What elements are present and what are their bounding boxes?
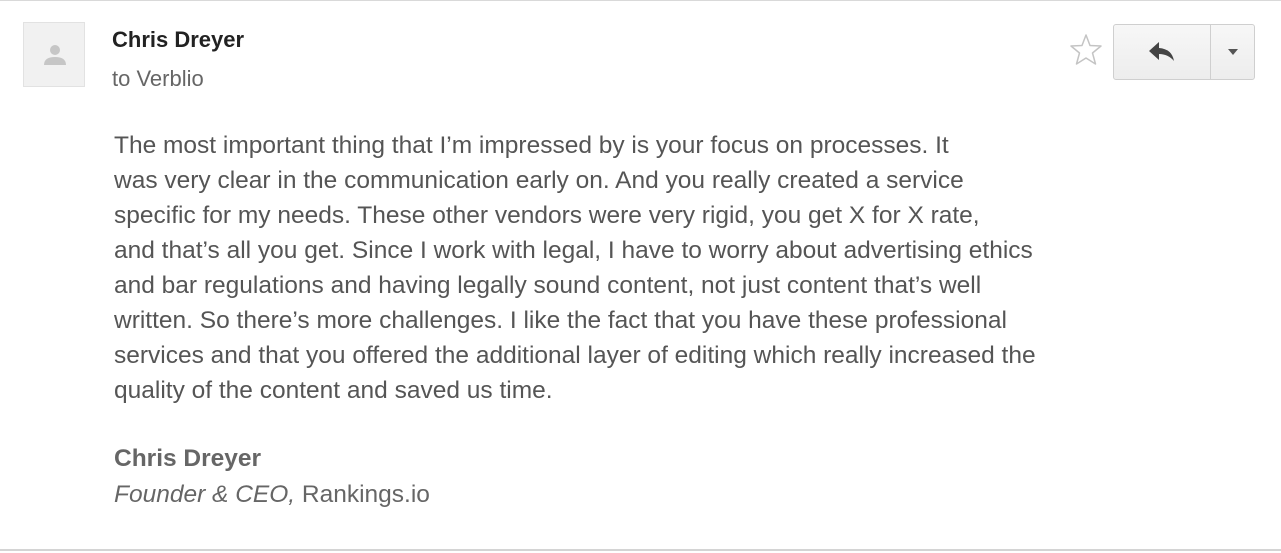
message-body: The most important thing that I’m impres… [114,128,1184,408]
caret-down-icon [1227,49,1238,55]
default-avatar-icon [44,45,66,65]
reply-button-group [1113,24,1255,80]
recipient-line: to Verblio [112,66,204,91]
reply-arrow-icon [1149,42,1174,61]
body-line: services and that you offered the additi… [114,342,1036,369]
signature-title: Founder & CEO, Rankings.io [114,481,430,509]
body-line: written. So there’s more challenges. I l… [114,307,1007,334]
body-line: and that’s all you get. Since I work wit… [114,237,1033,264]
body-line: The most important thing that I’m impres… [114,132,949,159]
signature-name: Chris Dreyer [114,445,262,472]
reply-button[interactable] [1114,25,1211,79]
body-line: specific for my needs. These other vendo… [114,202,980,229]
body-line: was very clear in the communication earl… [114,167,964,194]
sender-name: Chris Dreyer [112,27,245,52]
avatar [23,22,85,87]
body-line: quality of the content and saved us time… [114,377,553,404]
more-actions-button[interactable] [1211,25,1254,79]
star-button[interactable] [1068,32,1104,68]
signature-role: Founder & CEO, [114,481,296,508]
body-line: and bar regulations and having legally s… [114,272,982,299]
star-outline-icon [1070,34,1102,65]
top-divider [0,0,1281,1]
signature-company: Rankings.io [301,481,430,508]
bottom-divider [0,549,1281,551]
